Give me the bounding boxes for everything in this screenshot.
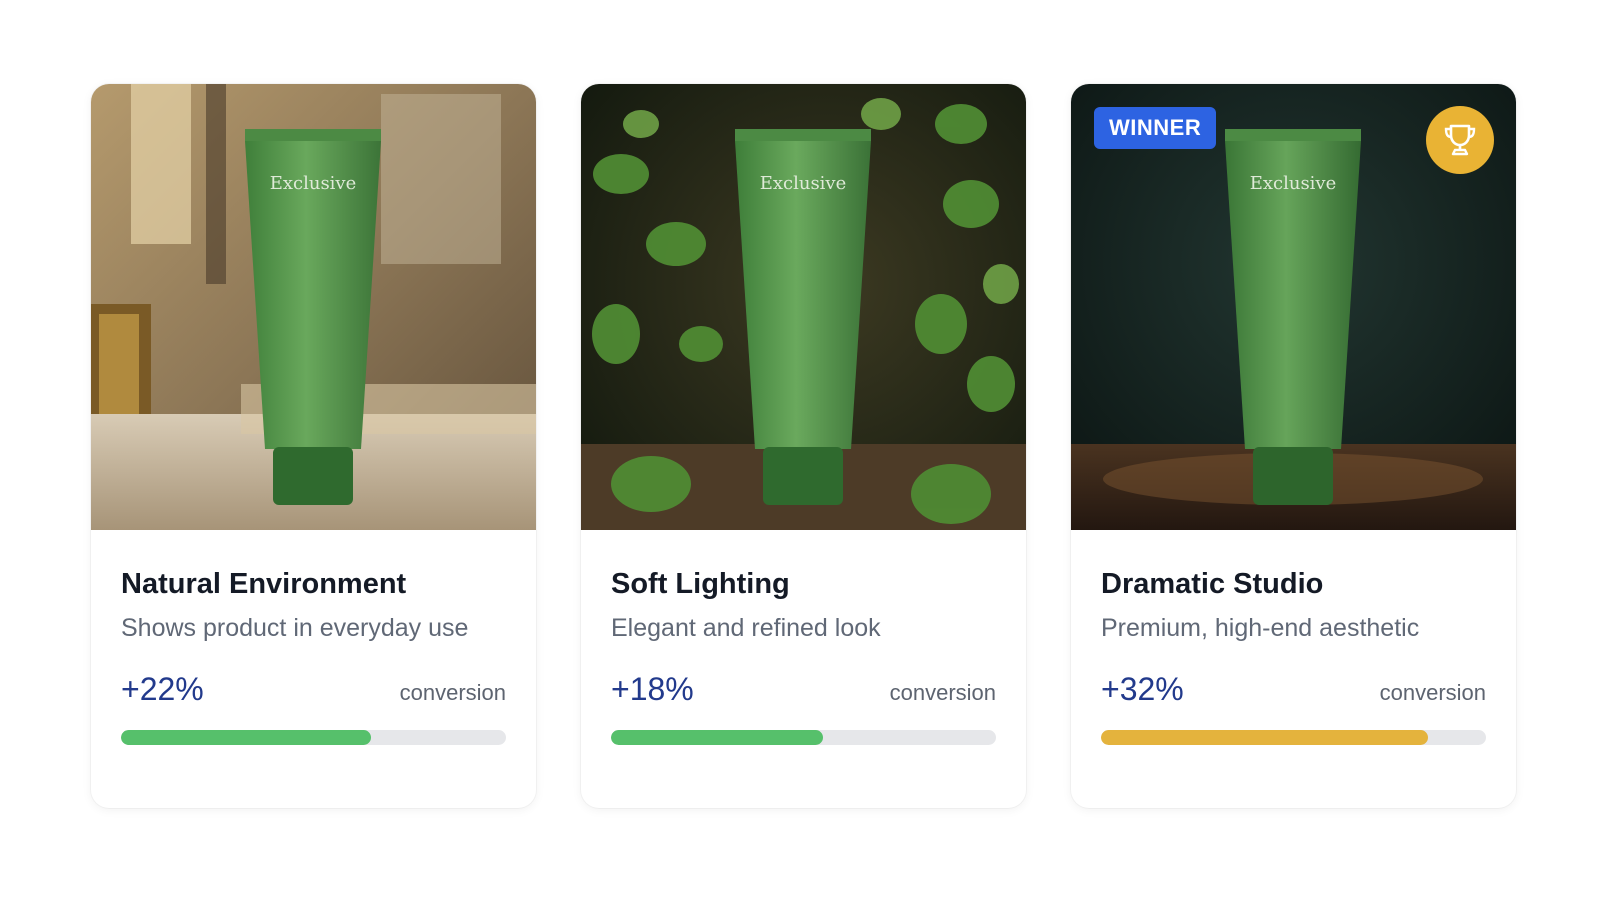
winner-badge: WINNER (1094, 107, 1217, 149)
product-photo: Exclusive (581, 84, 1026, 530)
card-description: Premium, high-end aesthetic (1101, 614, 1420, 642)
progress-fill (611, 730, 823, 745)
brand-label: Exclusive (270, 173, 357, 194)
variant-cards: Exclusive Natural Environment Shows prod… (91, 84, 1516, 808)
conversion-percent: +22% (121, 671, 204, 707)
conversion-percent: +32% (1101, 671, 1184, 707)
trophy-icon (1426, 106, 1494, 174)
conversion-label: conversion (1379, 680, 1486, 705)
product-tube: Exclusive (245, 129, 381, 505)
conversion-percent: +18% (611, 671, 694, 707)
conversion-progress-bar (121, 730, 506, 745)
conversion-label: conversion (399, 680, 506, 705)
brand-label: Exclusive (760, 173, 847, 194)
brand-label: Exclusive (1250, 173, 1337, 194)
progress-fill (1101, 730, 1429, 745)
conversion-label: conversion (889, 680, 996, 705)
card-title: Soft Lighting (611, 568, 790, 600)
trophy-icon-glyph (1444, 124, 1476, 156)
variant-card-dramatic-studio[interactable]: Exclusive WINNER Dramatic Studio Premium… (1071, 84, 1516, 808)
variant-card-natural[interactable]: Exclusive Natural Environment Shows prod… (91, 84, 536, 808)
product-photo: Exclusive (91, 84, 536, 530)
card-description: Elegant and refined look (611, 614, 881, 642)
progress-fill (121, 730, 372, 745)
product-photo: Exclusive WINNER (1071, 84, 1516, 530)
card-description: Shows product in everyday use (121, 614, 469, 642)
variant-card-soft-lighting[interactable]: Exclusive Soft Lighting Elegant and refi… (581, 84, 1026, 808)
conversion-progress-bar (611, 730, 996, 745)
card-title: Dramatic Studio (1101, 568, 1324, 600)
conversion-progress-bar (1101, 730, 1486, 745)
card-title: Natural Environment (121, 568, 407, 600)
product-tube: Exclusive (735, 129, 871, 505)
product-tube: Exclusive (1225, 129, 1361, 505)
